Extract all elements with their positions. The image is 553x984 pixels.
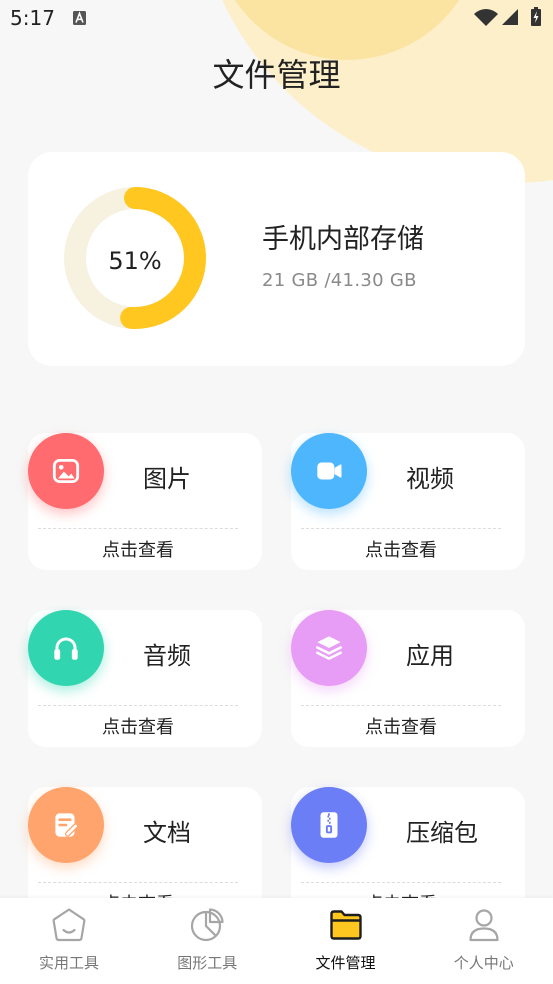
page-title: 文件管理 (212, 56, 341, 94)
category-label: 图片 (143, 465, 191, 493)
layers-icon (316, 636, 342, 660)
nav-item-graphics[interactable]: 图形工具 (138, 898, 276, 984)
storage-percent: 51% (108, 247, 162, 275)
bottom-nav: 实用工具 图形工具 文件管理 个人中心 (0, 898, 553, 984)
category-card-images[interactable]: 图片 点击查看 (28, 433, 262, 570)
nav-item-profile[interactable]: 个人中心 (415, 898, 553, 984)
category-icon-badge (28, 610, 104, 686)
view-link[interactable]: 点击查看 (301, 716, 501, 740)
category-label: 压缩包 (406, 819, 478, 847)
category-card-audio[interactable]: 音频 点击查看 (28, 610, 262, 747)
battery-charging-icon (531, 7, 541, 26)
category-label: 应用 (406, 642, 454, 670)
document-edit-icon (55, 813, 79, 837)
card-divider (301, 705, 501, 706)
category-label: 视频 (406, 465, 454, 493)
status-time: 5:17 (10, 6, 55, 30)
card-divider (301, 528, 501, 529)
category-icon-badge (291, 787, 367, 863)
storage-title: 手机内部存储 (262, 224, 424, 255)
category-icon-badge (291, 433, 367, 509)
video-icon (317, 462, 342, 480)
card-divider (38, 528, 238, 529)
category-icon-badge (28, 787, 104, 863)
nav-label: 图形工具 (177, 954, 238, 972)
category-card-videos[interactable]: 视频 点击查看 (291, 433, 525, 570)
category-icon-badge (291, 610, 367, 686)
headphones-icon (54, 637, 78, 660)
a-notification-icon (73, 11, 86, 25)
nav-label: 实用工具 (38, 954, 99, 972)
nav-item-tools[interactable]: 实用工具 (0, 898, 138, 984)
pie-chart-icon (191, 908, 224, 942)
nav-label: 文件管理 (315, 954, 376, 972)
folder-icon (329, 910, 362, 940)
view-link[interactable]: 点击查看 (301, 539, 501, 563)
image-icon (52, 458, 80, 484)
wifi-icon (474, 9, 498, 26)
storage-card[interactable]: 51% 手机内部存储 21 GB /41.30 GB (28, 152, 525, 366)
nav-item-files[interactable]: 文件管理 (277, 898, 415, 984)
category-label: 音频 (143, 642, 191, 670)
category-card-apps[interactable]: 应用 点击查看 (291, 610, 525, 747)
storage-usage: 21 GB /41.30 GB (262, 270, 417, 291)
view-link[interactable]: 点击查看 (38, 539, 238, 563)
card-divider (38, 882, 238, 883)
signal-icon (502, 9, 518, 25)
category-icon-badge (28, 433, 104, 509)
zip-file-icon (320, 812, 338, 838)
nav-label: 个人中心 (453, 954, 514, 972)
view-link[interactable]: 点击查看 (38, 716, 238, 740)
user-icon (469, 909, 499, 942)
card-divider (38, 705, 238, 706)
home-icon (52, 908, 86, 942)
category-label: 文档 (143, 819, 191, 847)
card-divider (301, 882, 501, 883)
